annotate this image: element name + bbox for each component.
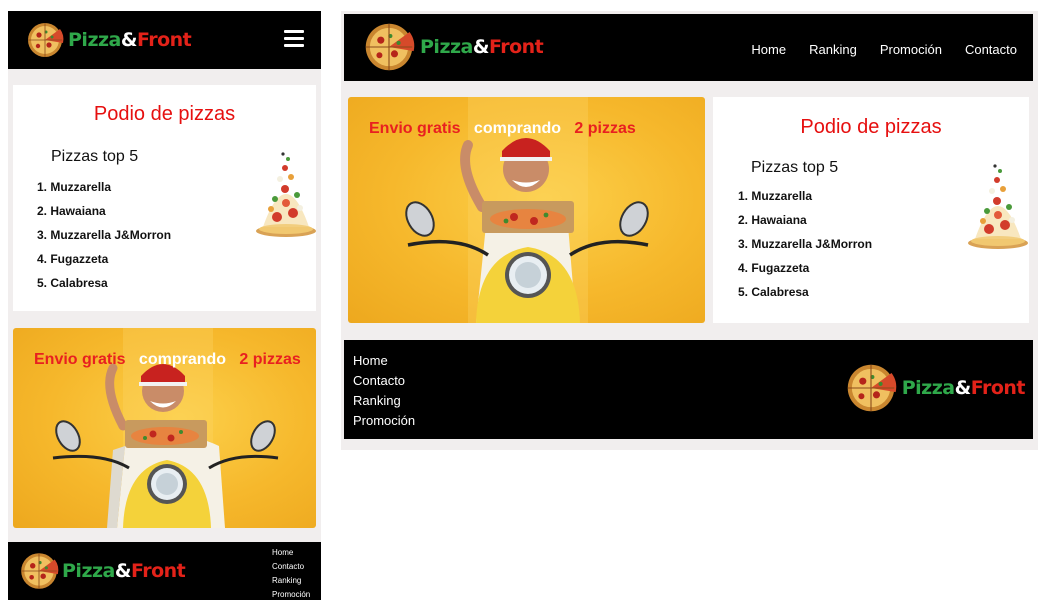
brand-wordmark: Pizza&Front: [901, 377, 1026, 399]
mobile-preview: Pizza&Front Podio de pizzas Pizzas top 5…: [8, 11, 321, 600]
footer-link-ranking[interactable]: Ranking: [353, 391, 415, 411]
footer-link-contacto[interactable]: Contacto: [272, 560, 310, 574]
nav-link-contacto[interactable]: Contacto: [965, 42, 1017, 57]
brand-part1: Pizza: [68, 29, 121, 51]
nav-link-home[interactable]: Home: [751, 42, 786, 57]
desktop-footer-logo[interactable]: Pizza&Front: [842, 362, 1026, 414]
podium-item: 3. Muzzarella J&Morron: [738, 237, 873, 251]
podium-item: 4. Fugazzeta: [738, 261, 810, 275]
podium-item: 3. Muzzarella J&Morron: [37, 228, 172, 242]
footer-link-ranking[interactable]: Ranking: [272, 574, 310, 588]
podium-item: 5. Calabresa: [738, 285, 809, 299]
mobile-header: Pizza&Front: [8, 11, 321, 69]
brand-part2: Front: [136, 29, 192, 51]
podium-list: 1. Muzzarella 2. Hawaiana 3. Muzzarella …: [738, 184, 872, 304]
podium-item: 4. Fugazzeta: [37, 252, 109, 266]
podium-item: 1. Muzzarella: [738, 189, 813, 203]
mobile-footer: Pizza&Front Home Contacto Ranking Promoc…: [8, 542, 321, 600]
desktop-nav: Home Ranking Promoción Contacto: [751, 42, 1017, 57]
podium-subtitle: Pizzas top 5: [751, 159, 839, 176]
pizza-logo-icon: [28, 23, 64, 57]
promo-text: Envio gratis comprando 2 pizzas: [34, 351, 301, 368]
hamburger-menu-icon[interactable]: [284, 30, 304, 47]
pizza-tower-image: [256, 152, 316, 237]
footer-link-promocion[interactable]: Promoción: [272, 588, 310, 602]
mobile-brand-logo[interactable]: Pizza&Front: [24, 21, 192, 59]
brand-wordmark: Pizza&Front: [62, 560, 186, 582]
mobile-footer-logo[interactable]: Pizza&Front: [17, 551, 186, 591]
mobile-footer-links: Home Contacto Ranking Promoción: [272, 546, 310, 602]
podium-subtitle: Pizzas top 5: [51, 148, 139, 165]
brand-wordmark: Pizza&Front: [68, 29, 192, 51]
podium-item: 2. Hawaiana: [37, 204, 106, 218]
desktop-podium-card: Podio de pizzas Pizzas top 5 1. Muzzarel…: [713, 97, 1029, 323]
podium-title: Podio de pizzas: [93, 103, 236, 125]
nav-link-promocion[interactable]: Promoción: [880, 42, 942, 57]
pizza-logo-icon: [21, 553, 59, 589]
promo-text: Envio gratis comprando 2 pizzas: [369, 120, 636, 137]
desktop-header: Pizza&Front Home Ranking Promoción Conta…: [344, 14, 1033, 81]
brand-amp: &: [120, 29, 138, 51]
podium-item: 5. Calabresa: [37, 276, 108, 290]
pizza-tower-image: [968, 164, 1028, 249]
desktop-promo-banner[interactable]: Envio gratis comprando 2 pizzas: [348, 97, 705, 323]
podium-item: 2. Hawaiana: [738, 213, 807, 227]
mobile-podium-card: Podio de pizzas Pizzas top 5 1. Muzzarel…: [13, 85, 316, 311]
desktop-preview: Pizza&Front Home Ranking Promoción Conta…: [341, 11, 1038, 450]
podium-title: Podio de pizzas: [800, 116, 942, 138]
nav-link-ranking[interactable]: Ranking: [809, 42, 857, 57]
footer-link-promocion[interactable]: Promoción: [353, 411, 415, 431]
brand-wordmark: Pizza&Front: [420, 36, 544, 58]
podium-item: 1. Muzzarella: [37, 180, 112, 194]
podium-list: 1. Muzzarella 2. Hawaiana 3. Muzzarella …: [37, 175, 171, 295]
desktop-brand-logo[interactable]: Pizza&Front: [360, 21, 544, 73]
footer-link-contacto[interactable]: Contacto: [353, 371, 415, 391]
desktop-footer: Home Contacto Ranking Promoción Pizza&Fr…: [344, 340, 1033, 439]
footer-link-home[interactable]: Home: [353, 351, 415, 371]
pizza-logo-icon: [365, 23, 415, 71]
pizza-logo-icon: [847, 364, 896, 412]
mobile-promo-banner[interactable]: Envio gratis comprando 2 pizzas: [13, 328, 316, 528]
footer-link-home[interactable]: Home: [272, 546, 310, 560]
desktop-footer-links: Home Contacto Ranking Promoción: [353, 351, 415, 431]
